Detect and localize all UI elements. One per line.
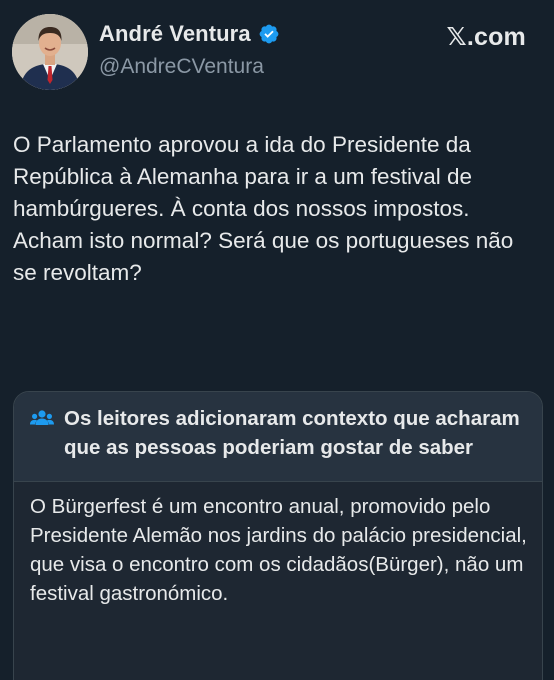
tweet-text: O Parlamento aprovou a ida do Presidente…: [13, 132, 514, 285]
author-handle[interactable]: @AndreCVentura: [99, 55, 264, 79]
community-note-header[interactable]: Os leitores adicionaram contexto que ach…: [14, 392, 542, 481]
author-display-name[interactable]: André Ventura: [99, 21, 251, 47]
people-icon: [30, 409, 54, 429]
community-note-title: Os leitores adicionaram contexto que ach…: [64, 407, 520, 459]
author-name-row: André Ventura: [99, 21, 280, 47]
avatar-image: [12, 14, 88, 90]
verified-badge-icon: [258, 23, 280, 45]
x-logo: 𝕏.com: [446, 23, 526, 51]
community-note: Os leitores adicionaram contexto que ach…: [13, 391, 543, 680]
community-note-body: O Bürgerfest é um encontro anual, promov…: [30, 495, 527, 605]
avatar[interactable]: [12, 14, 88, 90]
